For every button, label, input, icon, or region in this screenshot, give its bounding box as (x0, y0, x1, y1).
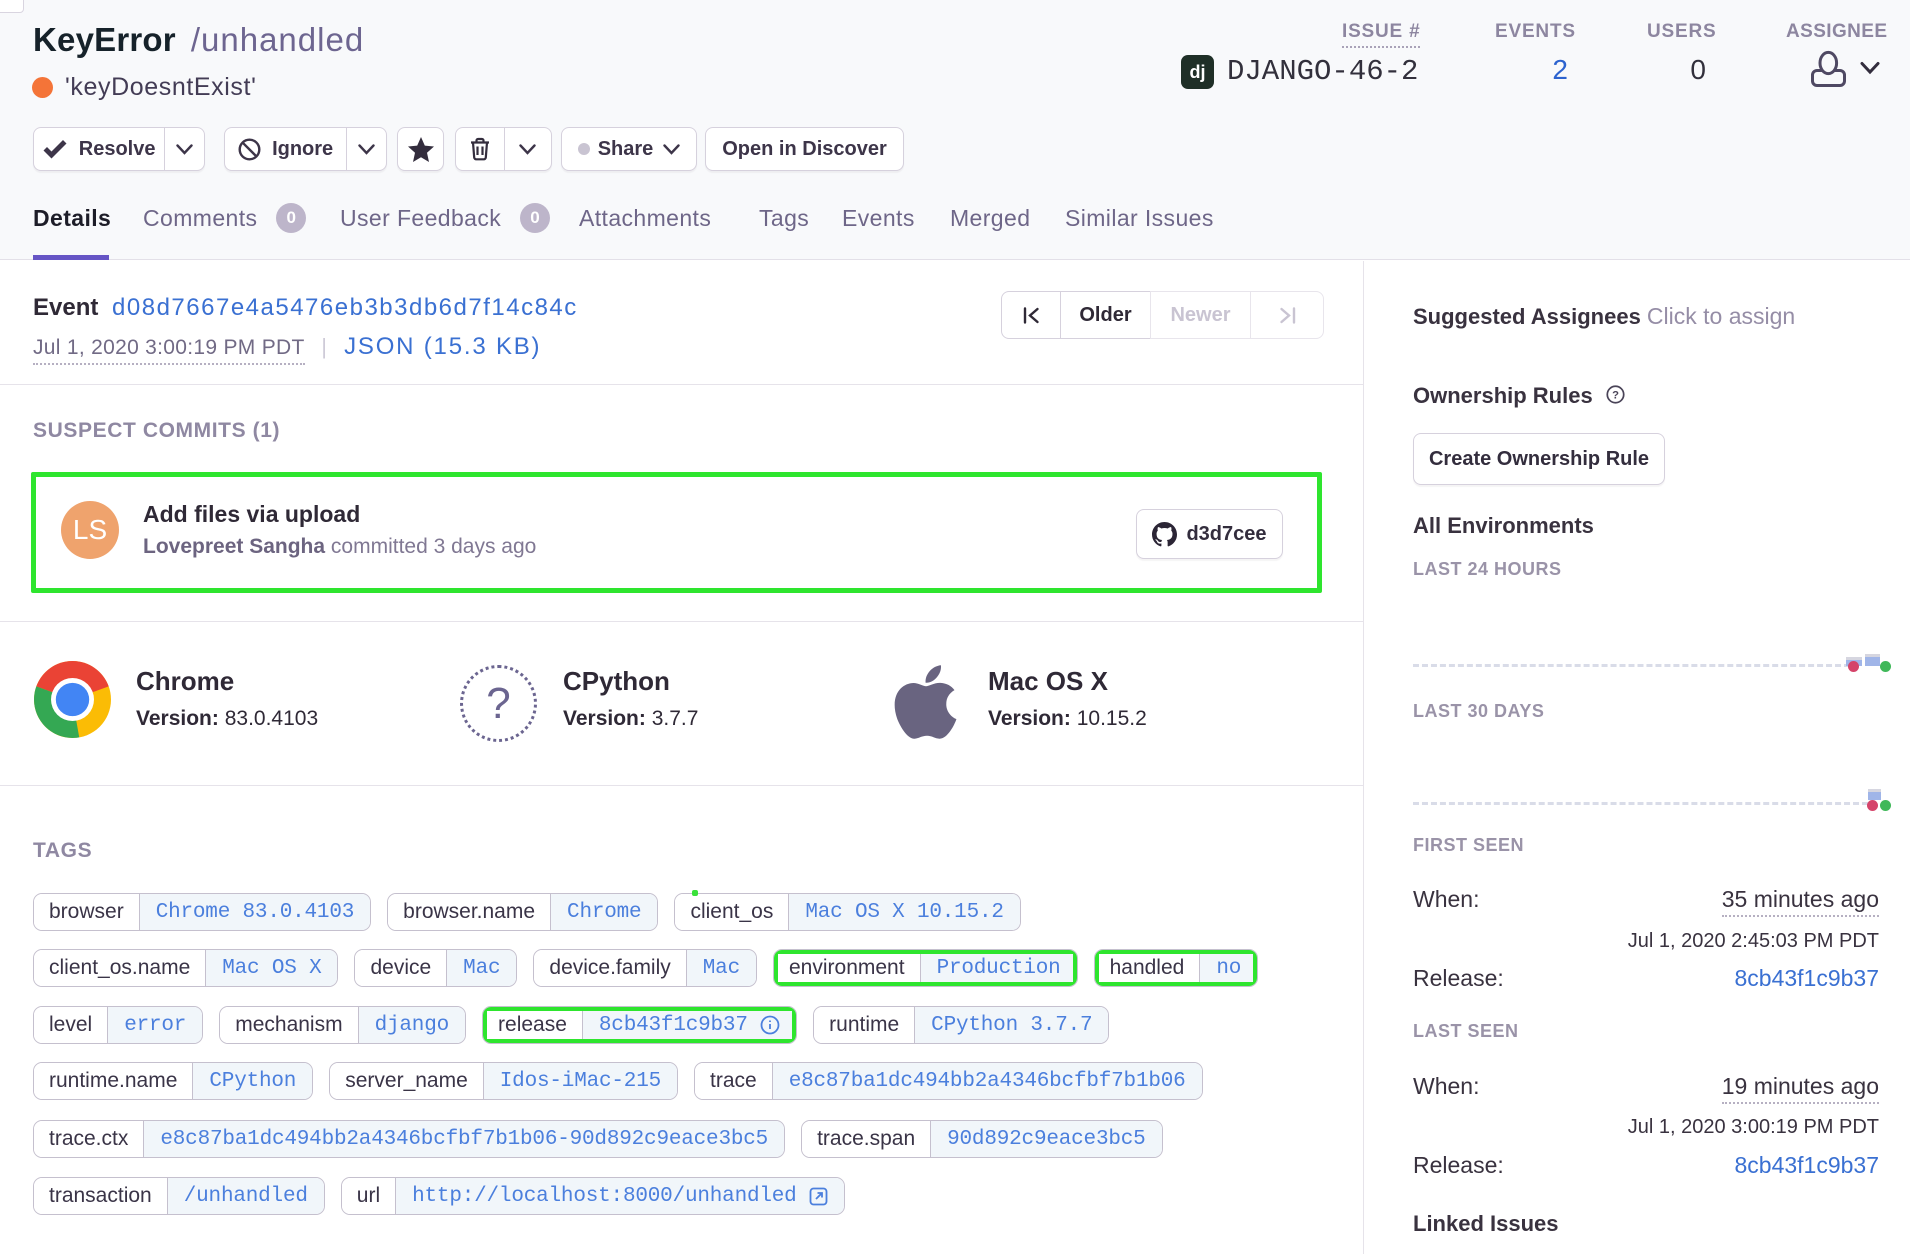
svg-text:?: ? (1612, 389, 1619, 401)
